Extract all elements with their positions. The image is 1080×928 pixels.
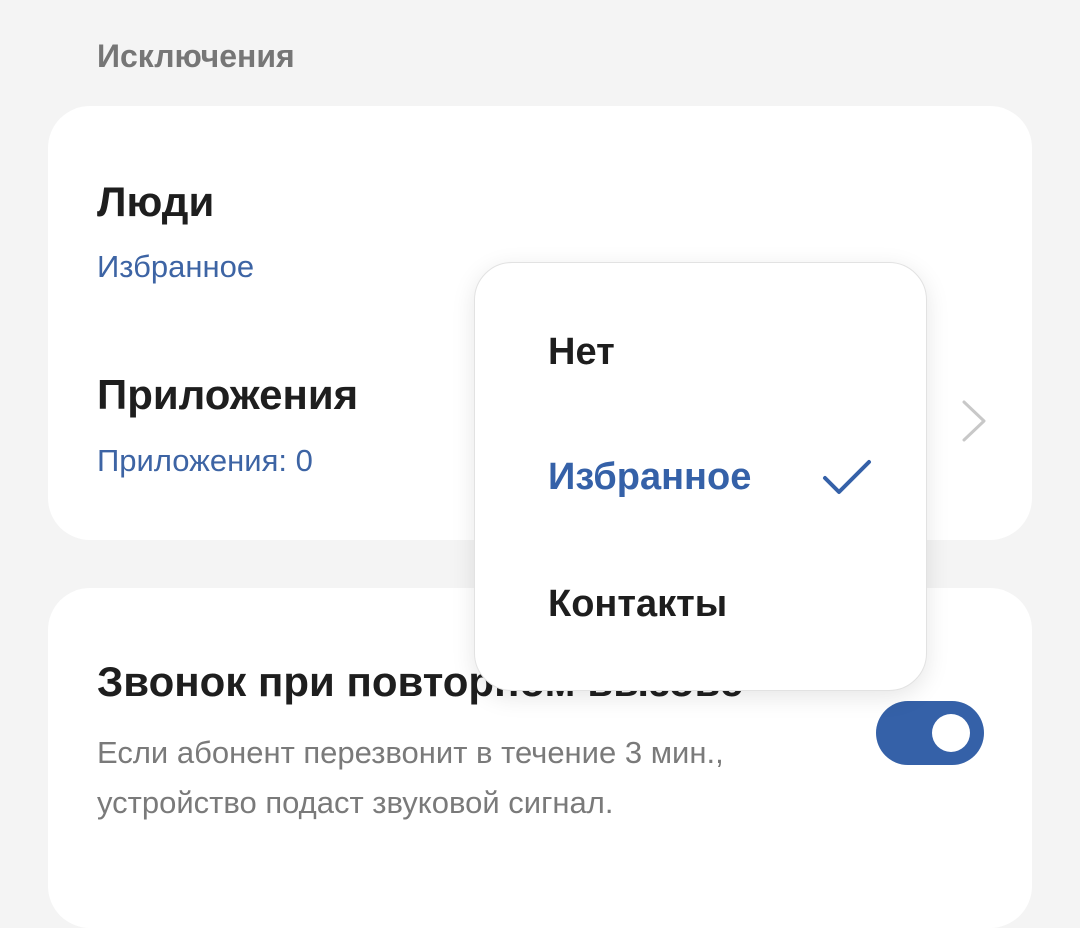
repeat-call-toggle[interactable]: [876, 701, 984, 765]
toggle-knob: [932, 714, 970, 752]
apps-value: Приложения: 0: [97, 443, 313, 478]
option-contacts[interactable]: Контакты: [548, 583, 727, 626]
people-dropdown-popup: Нет Избранное Контакты: [474, 262, 927, 691]
option-favorites[interactable]: Избранное: [548, 456, 751, 499]
people-title: Люди: [97, 178, 215, 225]
apps-title: Приложения: [97, 371, 359, 418]
section-header: Исключения: [97, 38, 295, 74]
option-none[interactable]: Нет: [548, 331, 615, 374]
chevron-right-icon: [962, 400, 986, 442]
repeat-call-description: Если абонент перезвонит в течение 3 мин.…: [97, 735, 724, 820]
people-value: Избранное: [97, 249, 255, 284]
check-icon: [823, 460, 871, 494]
